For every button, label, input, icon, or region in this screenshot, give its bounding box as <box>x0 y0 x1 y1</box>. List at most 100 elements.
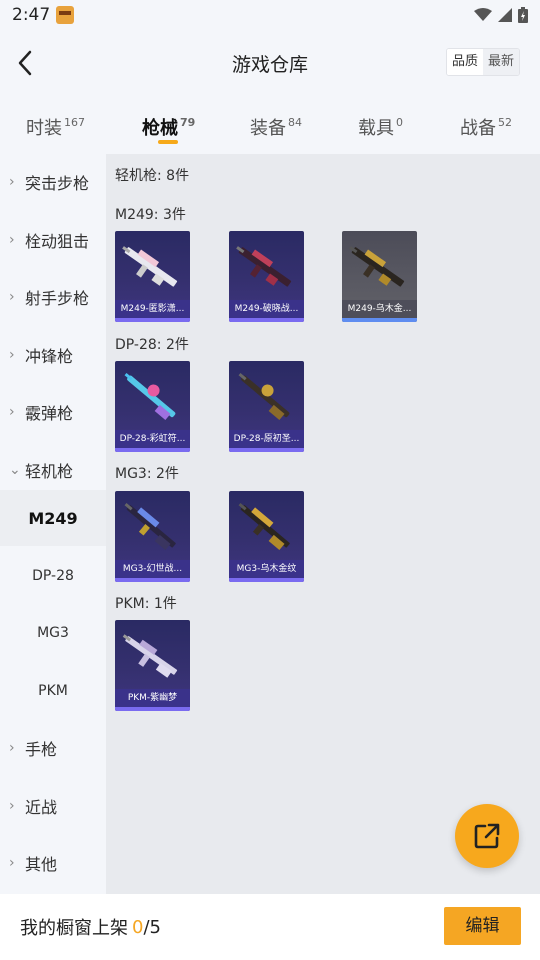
sidebar-item-label: 冲锋枪 <box>25 347 74 366</box>
tab-label: 时装 <box>26 118 62 139</box>
status-icons <box>474 7 528 23</box>
app-notification-icon <box>56 6 75 24</box>
item-name: M249-乌木金... <box>342 300 417 318</box>
chevron-right-icon: › <box>9 740 15 756</box>
pkm-white-gun-icon <box>122 634 178 678</box>
rarity-bar <box>229 448 304 452</box>
dp28-rainbow-gun-icon <box>124 372 176 420</box>
showcase-footer: 我的橱窗上架 0 / 5 编辑 <box>0 894 540 960</box>
sidebar-item-label: 射手步枪 <box>25 289 90 308</box>
sidebar-subitem-dp28[interactable]: DP-28 <box>0 548 106 604</box>
mg3-blue-gun-icon <box>124 502 176 550</box>
sort-quality-button[interactable]: 品质 <box>446 49 483 75</box>
item-name: DP-28-彩虹符... <box>115 430 190 448</box>
tab-count: 167 <box>64 116 85 129</box>
sidebar-item-bolt-sniper[interactable]: › 栓动狙击 <box>0 212 106 268</box>
tab-vehicles[interactable]: 载具 0 <box>358 114 403 140</box>
status-time: 2:47 <box>12 5 51 25</box>
showcase-total: 5 <box>149 916 161 938</box>
item-card[interactable]: MG3-幻世战... <box>115 491 190 582</box>
item-name: M249-破晓战... <box>229 300 304 318</box>
share-button[interactable] <box>455 804 519 868</box>
chevron-down-icon: ⌄ <box>9 462 21 478</box>
sidebar-subitem-m249[interactable]: M249 <box>0 490 106 546</box>
sidebar-item-pistol[interactable]: › 手枪 <box>0 720 106 776</box>
tab-fashion[interactable]: 时装 167 <box>26 114 85 140</box>
sidebar-item-other[interactable]: › 其他 <box>0 835 106 891</box>
rarity-bar <box>115 448 190 452</box>
rarity-bar <box>229 578 304 582</box>
sidebar-item-label: 突击步枪 <box>25 174 90 193</box>
showcase-count: 0 <box>132 916 144 938</box>
chevron-right-icon: › <box>9 289 15 305</box>
chevron-right-icon: › <box>9 798 15 814</box>
tab-label: 战备 <box>460 118 496 139</box>
item-card[interactable]: PKM-紫幽梦 <box>115 620 190 711</box>
wifi-icon <box>474 8 492 21</box>
tab-label: 枪械 <box>142 118 178 139</box>
tab-count: 0 <box>396 116 403 129</box>
sidebar-subitem-mg3[interactable]: MG3 <box>0 605 106 661</box>
rarity-bar <box>229 318 304 322</box>
item-name: MG3-乌木金纹 <box>229 560 304 578</box>
item-grid-panel: 轻机枪: 8件 M249: 3件 M249-匿影潇... M249-破晓战...… <box>106 154 540 894</box>
item-card[interactable]: M249-破晓战... <box>229 231 304 322</box>
sidebar-item-label: 近战 <box>25 798 58 817</box>
rarity-bar <box>342 318 417 322</box>
tab-label: 载具 <box>358 118 394 139</box>
tab-gear[interactable]: 装备 84 <box>250 114 302 140</box>
showcase-label: 我的橱窗上架 <box>20 918 128 939</box>
sort-latest-button[interactable]: 最新 <box>482 49 519 75</box>
tab-supplies[interactable]: 战备 52 <box>460 114 512 140</box>
item-name: M249-匿影潇... <box>115 300 190 318</box>
share-icon <box>474 823 500 849</box>
tab-guns[interactable]: 枪械 79 <box>142 114 195 140</box>
item-name: PKM-紫幽梦 <box>115 689 190 707</box>
sidebar-subitem-pkm[interactable]: PKM <box>0 663 106 719</box>
sidebar-item-smg[interactable]: › 冲锋枪 <box>0 327 106 383</box>
chevron-right-icon: › <box>9 347 15 363</box>
group-title: MG3: 2件 <box>115 466 179 482</box>
sort-toggle: 品质 最新 <box>445 48 520 76</box>
item-card[interactable]: DP-28-彩虹符... <box>115 361 190 452</box>
sidebar-item-melee[interactable]: › 近战 <box>0 778 106 834</box>
tab-count: 84 <box>288 116 302 129</box>
mg3-gold-gun-icon <box>238 502 290 550</box>
sidebar-item-assault-rifle[interactable]: › 突击步枪 <box>0 154 106 210</box>
item-card[interactable]: M249-乌木金... <box>342 231 417 322</box>
sidebar-item-label: 其他 <box>25 855 58 874</box>
group-title: PKM: 1件 <box>115 596 177 612</box>
m249-light-gun-icon <box>122 246 178 287</box>
tab-count: 79 <box>180 116 196 129</box>
page-header: 游戏仓库 品质 最新 <box>0 30 540 96</box>
m249-red-gun-icon <box>236 246 292 287</box>
battery-icon <box>518 7 528 23</box>
item-card[interactable]: MG3-乌木金纹 <box>229 491 304 582</box>
rarity-bar <box>115 578 190 582</box>
rarity-bar <box>115 318 190 322</box>
edit-button[interactable]: 编辑 <box>444 907 521 945</box>
item-name: DP-28-原初圣... <box>229 430 304 448</box>
signal-icon <box>498 8 512 22</box>
dp28-gold-gun-icon <box>238 372 290 420</box>
group-title: M249: 3件 <box>115 207 186 223</box>
item-card[interactable]: M249-匿影潇... <box>115 231 190 322</box>
sidebar-item-shotgun[interactable]: › 霰弹枪 <box>0 384 106 440</box>
group-title: DP-28: 2件 <box>115 337 189 353</box>
tab-label: 装备 <box>250 118 286 139</box>
chevron-right-icon: › <box>9 232 15 248</box>
active-tab-indicator <box>158 140 178 144</box>
status-bar: 2:47 <box>0 0 540 30</box>
page-title: 游戏仓库 <box>231 53 308 76</box>
rarity-bar <box>115 707 190 711</box>
sidebar-item-marksman-rifle[interactable]: › 射手步枪 <box>0 269 106 325</box>
chevron-right-icon: › <box>9 404 15 420</box>
item-name: MG3-幻世战... <box>115 560 190 578</box>
m249-gold-gun-icon <box>349 246 405 287</box>
back-arrow-icon[interactable] <box>12 48 40 78</box>
sidebar-item-label: 轻机枪 <box>25 462 74 481</box>
sidebar-item-label: 手枪 <box>25 740 58 759</box>
chevron-right-icon: › <box>9 174 15 190</box>
tab-count: 52 <box>498 116 512 129</box>
item-card[interactable]: DP-28-原初圣... <box>229 361 304 452</box>
